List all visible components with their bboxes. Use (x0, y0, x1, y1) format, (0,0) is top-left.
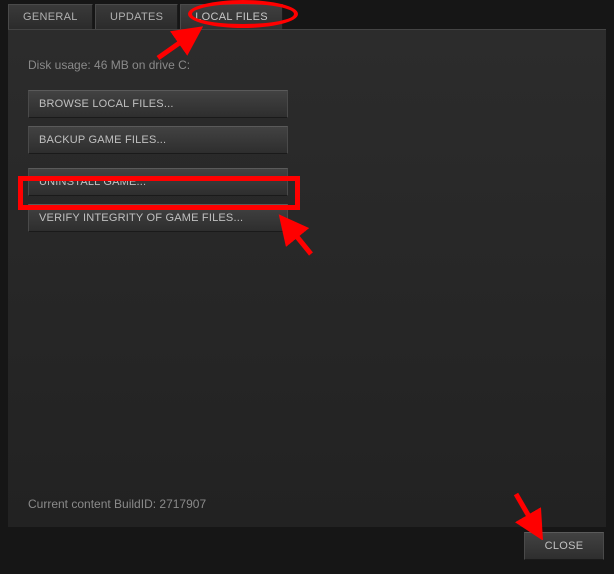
tab-local-files[interactable]: LOCAL FILES (180, 4, 283, 29)
tabs-bar: GENERAL UPDATES LOCAL FILES (0, 0, 614, 29)
tab-updates[interactable]: UPDATES (95, 4, 178, 29)
uninstall-game-button[interactable]: UNINSTALL GAME... (28, 168, 288, 196)
disk-usage-label: Disk usage: 46 MB on drive C: (28, 58, 586, 72)
local-files-panel: Disk usage: 46 MB on drive C: BROWSE LOC… (8, 29, 606, 527)
tab-general[interactable]: GENERAL (8, 4, 93, 29)
close-button[interactable]: CLOSE (524, 532, 604, 560)
browse-local-files-button[interactable]: BROWSE LOCAL FILES... (28, 90, 288, 118)
build-id-label: Current content BuildID: 2717907 (28, 497, 206, 511)
backup-game-files-button[interactable]: BACKUP GAME FILES... (28, 126, 288, 154)
verify-integrity-button[interactable]: VERIFY INTEGRITY OF GAME FILES... (28, 204, 288, 232)
